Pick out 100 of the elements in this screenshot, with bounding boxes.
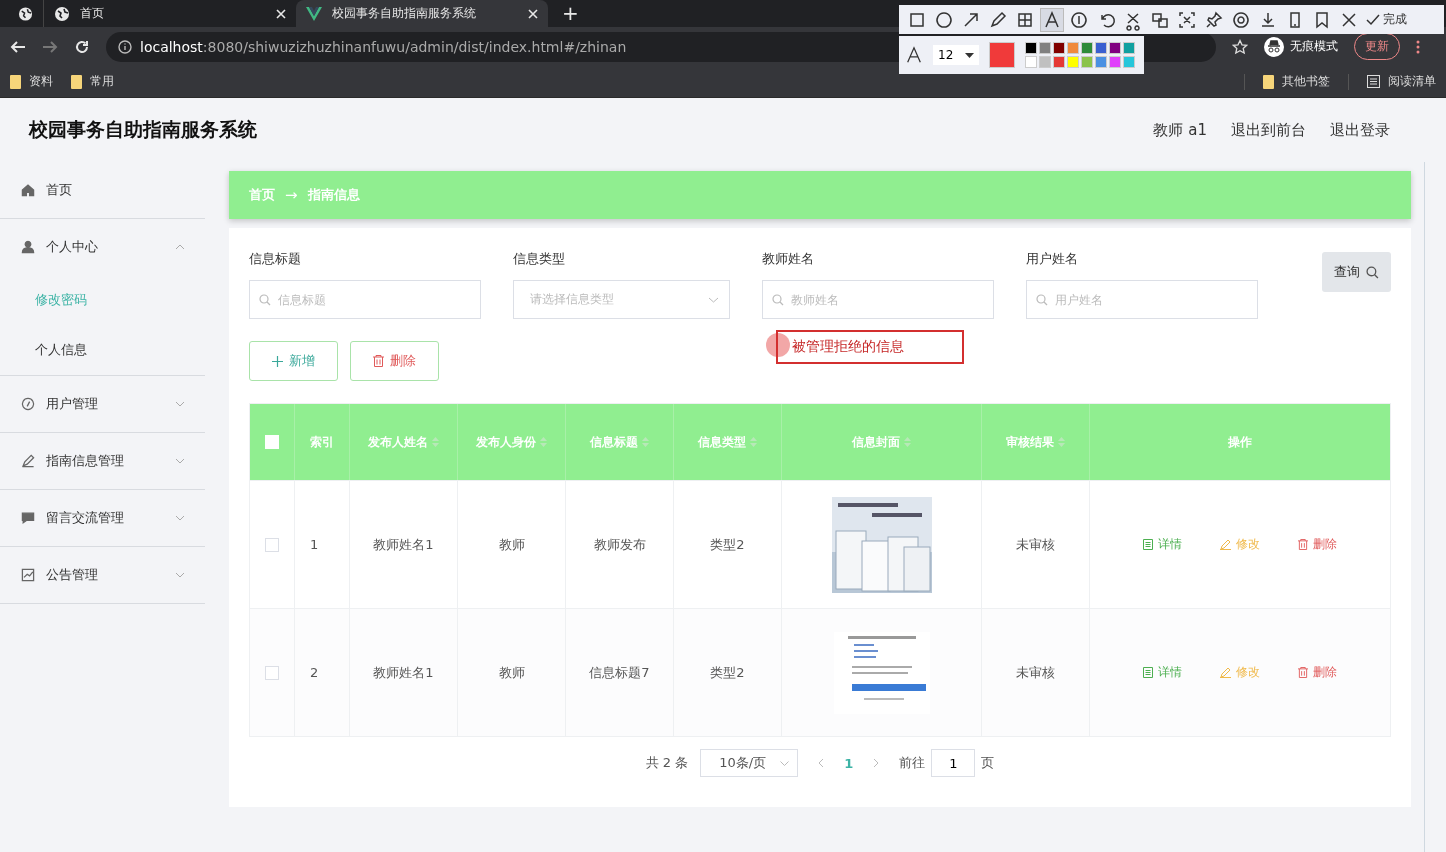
chart-icon	[20, 567, 36, 583]
menu-item[interactable]: 指南信息管理	[0, 433, 205, 489]
folder-icon	[71, 74, 82, 89]
row-action-link[interactable]: 删除	[1298, 664, 1337, 681]
reload-icon[interactable]	[74, 38, 90, 55]
info-icon	[118, 39, 132, 54]
chevron-icon	[175, 244, 185, 250]
bookmark-item[interactable]: 常用	[71, 73, 114, 90]
header-link[interactable]: 退出登录	[1330, 120, 1390, 140]
tab-title: 校园事务自助指南服务系统	[332, 5, 477, 22]
chevron-icon	[175, 458, 185, 464]
search-field[interactable]: 信息标题	[249, 280, 481, 319]
row-action-link[interactable]: 删除	[1298, 536, 1337, 553]
color-swatch[interactable]	[1095, 42, 1107, 54]
color-swatch[interactable]	[1109, 56, 1121, 68]
browser-tab[interactable]: 校园事务自助指南服务系统	[296, 0, 548, 27]
home-icon	[20, 182, 36, 198]
trash-icon	[373, 355, 384, 367]
chevron-icon	[175, 515, 185, 521]
menu-item[interactable]: 用户管理	[0, 376, 205, 432]
menu-item[interactable]: 个人中心	[0, 219, 205, 275]
column-header: 操作	[1228, 433, 1252, 451]
tab-title: 首页	[80, 5, 105, 22]
trash-icon	[1298, 667, 1308, 678]
close-icon[interactable]	[528, 8, 538, 19]
menu-item[interactable]: 首页	[0, 162, 205, 218]
chevron-icon	[708, 296, 719, 303]
trash-icon	[1298, 539, 1308, 550]
page-size-select[interactable]: 10条/页	[700, 749, 799, 777]
incognito-badge[interactable]: 无痕模式	[1264, 36, 1338, 57]
font-size-select[interactable]: 12	[933, 45, 979, 65]
color-swatch[interactable]	[1123, 42, 1135, 54]
table-cell: 未审核	[1016, 663, 1055, 682]
color-swatch[interactable]	[1081, 42, 1093, 54]
column-header: 信息封面	[852, 433, 900, 451]
color-swatch[interactable]	[1053, 56, 1065, 68]
action-button[interactable]: 删除	[350, 341, 439, 381]
current-color-swatch[interactable]	[989, 42, 1015, 68]
text-tool-icon[interactable]	[1040, 7, 1064, 32]
table-cell: 未审核	[1016, 535, 1055, 554]
done-button[interactable]: 完成	[1364, 11, 1409, 28]
color-swatch[interactable]	[1025, 56, 1037, 68]
compass-icon	[20, 396, 36, 412]
bookmark-item[interactable]: 其他书签	[1263, 73, 1330, 90]
bookmark-item[interactable]: 资料	[10, 73, 53, 90]
table-cell: 教师	[498, 535, 525, 554]
column-header: 发布人身份	[476, 433, 536, 451]
goto-label: 前往	[899, 754, 926, 772]
row-checkbox[interactable]	[265, 665, 279, 680]
table-cell: 1	[310, 537, 319, 552]
chevron-icon	[780, 760, 790, 766]
color-swatch[interactable]	[1109, 42, 1121, 54]
folder-icon	[10, 74, 21, 89]
color-swatch[interactable]	[1123, 56, 1135, 68]
search-icon	[1036, 294, 1048, 306]
cursor-highlight	[766, 333, 790, 357]
globe-icon	[54, 5, 70, 22]
select-all-checkbox[interactable]	[265, 435, 279, 449]
annotation-box: 被管理拒绝的信息	[776, 330, 964, 364]
chat-icon	[20, 510, 36, 526]
bookmark-item[interactable]: 阅读清单	[1367, 73, 1436, 90]
table-cell: 类型2	[710, 535, 745, 554]
column-header: 审核结果	[1006, 433, 1054, 451]
color-swatch[interactable]	[1067, 42, 1079, 54]
total-count: 共 2 条	[645, 754, 689, 772]
menu-item[interactable]: 留言交流管理	[0, 490, 205, 546]
filter-label: 用户姓名	[1026, 250, 1079, 268]
forward-icon[interactable]	[42, 38, 58, 55]
chevron-icon	[175, 401, 185, 407]
incognito-label: 无痕模式	[1290, 38, 1338, 55]
pencil-icon	[1220, 667, 1231, 678]
color-swatch[interactable]	[1067, 56, 1079, 68]
star-icon[interactable]	[1232, 38, 1248, 55]
submenu-item[interactable]: 个人信息	[0, 325, 205, 375]
v-logo-icon	[306, 6, 322, 21]
color-swatch[interactable]	[1053, 42, 1065, 54]
more-icon[interactable]	[1416, 39, 1420, 54]
search-field[interactable]: 教师姓名	[762, 280, 994, 319]
color-swatch[interactable]	[1039, 56, 1051, 68]
close-icon[interactable]	[276, 8, 286, 19]
color-swatch[interactable]	[1095, 56, 1107, 68]
header-link[interactable]: 退出到前台	[1231, 120, 1306, 140]
color-swatch[interactable]	[1081, 56, 1093, 68]
table-cell: 教师发布	[593, 535, 646, 554]
browser-tab[interactable]: 首页	[44, 0, 296, 27]
globe-icon	[18, 5, 33, 22]
search-icon	[259, 294, 271, 306]
url-text: localhost:8080/shiwuzizhuzhinanfuwu/admin/dist/index.html#/zhinan	[140, 38, 627, 55]
table-cell: 教师姓名1	[373, 663, 434, 682]
color-swatch[interactable]	[1039, 42, 1051, 54]
page-input[interactable]: 1	[931, 749, 976, 777]
menu-item[interactable]: 公告管理	[0, 547, 205, 603]
new-tab-button[interactable]: +	[548, 0, 593, 27]
search-button[interactable]: 查询	[1322, 252, 1391, 292]
search-field[interactable]: 用户姓名	[1026, 280, 1258, 319]
pen-icon	[20, 453, 36, 469]
row-checkbox[interactable]	[265, 537, 279, 552]
back-icon[interactable]	[10, 38, 26, 55]
color-swatch[interactable]	[1025, 42, 1037, 54]
plus-icon	[272, 355, 283, 367]
